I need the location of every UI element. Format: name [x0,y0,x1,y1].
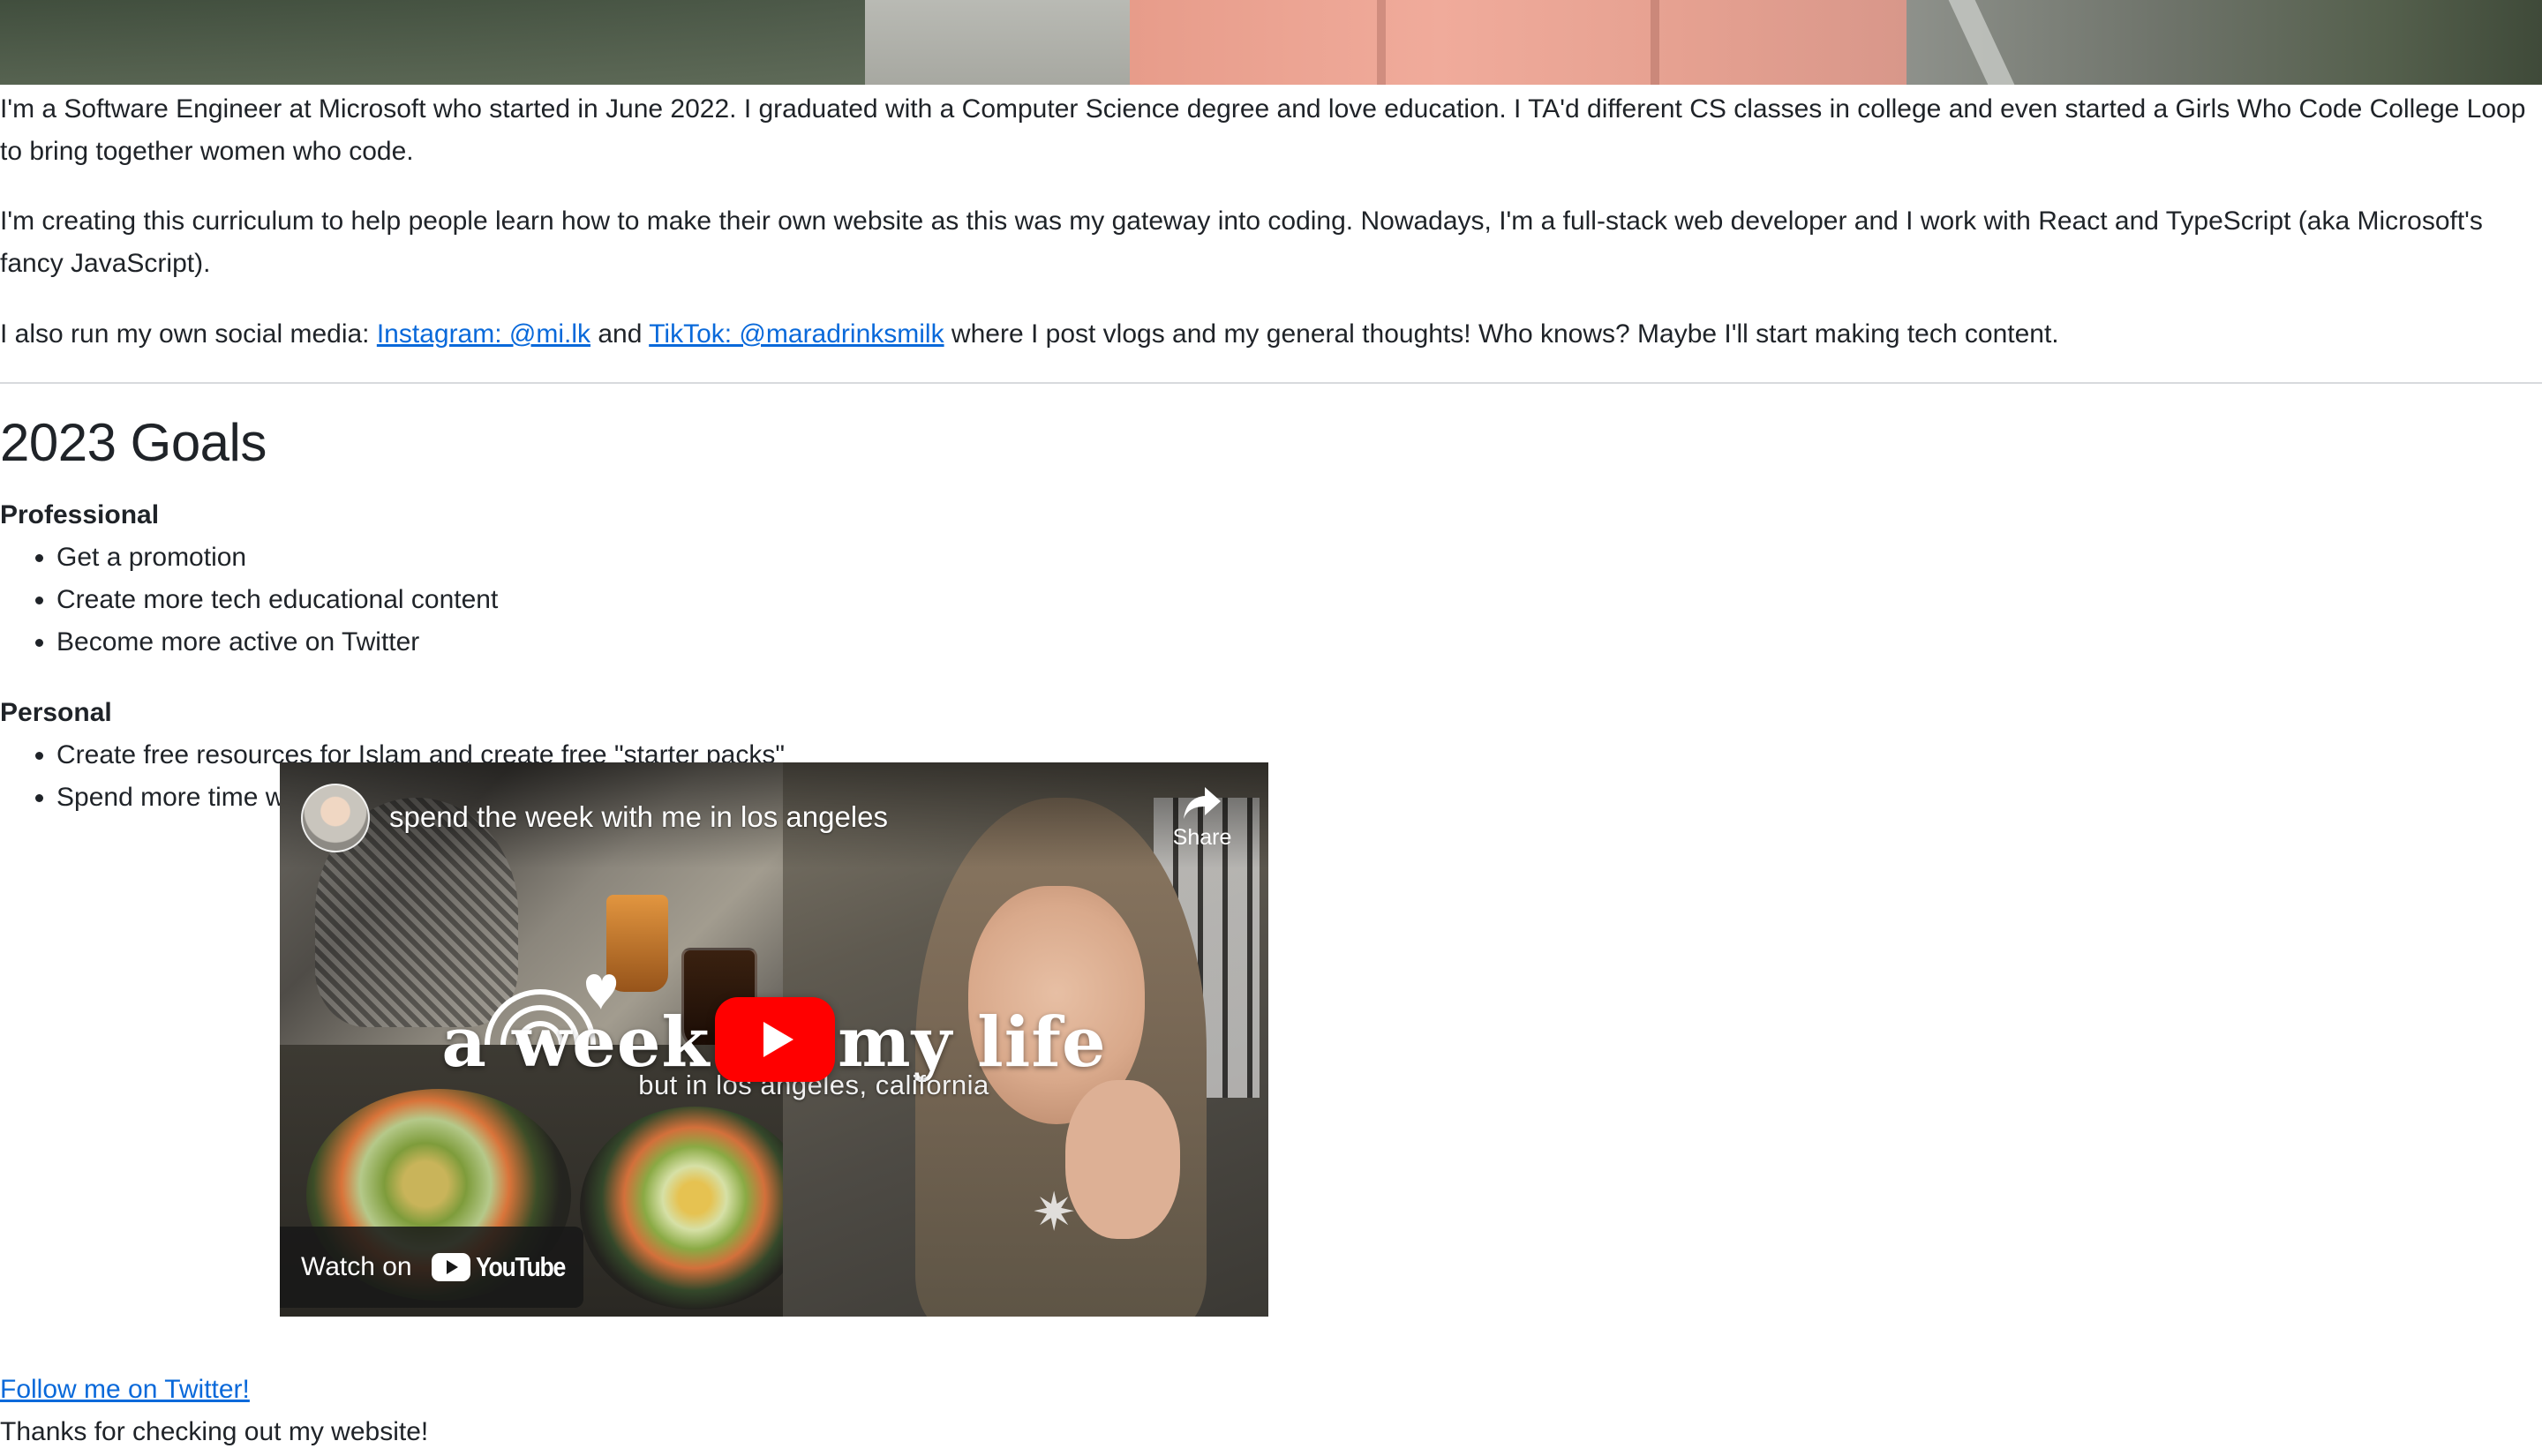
share-arrow-icon [1184,787,1221,819]
social-suffix: where I post vlogs and my general though… [944,319,2059,349]
sparkle-icon: ✷ [1032,1182,1077,1242]
about-paragraph-2: I'm creating this curriculum to help peo… [0,206,2483,278]
instagram-link[interactable]: Instagram: @mi.lk [377,319,590,349]
list-item: Become more active on Twitter [56,621,498,664]
watch-on-label: Watch on [301,1252,412,1281]
hero-photo-fold [1651,0,1659,85]
list-item: Get a promotion [56,537,498,579]
section-divider [0,382,2542,384]
social-prefix: I also run my own social media: [0,319,377,349]
hero-photo-center [865,0,1147,85]
hero-photo-left [0,0,883,85]
professional-label: Professional [0,500,160,529]
share-label: Share [1172,825,1232,850]
social-paragraph: I also run my own social media: Instagra… [0,313,2533,356]
hero-photo-dress [1130,0,1906,85]
youtube-embed[interactable]: spend the week with me in los angeles Sh… [280,762,1268,1317]
youtube-logo: YouTube [431,1251,580,1283]
video-title[interactable]: spend the week with me in los angeles [389,796,888,838]
professional-goals-list: Get a promotion Create more tech educati… [0,537,498,664]
about-paragraph-1: I'm a Software Engineer at Microsoft who… [0,94,2526,166]
twitter-link[interactable]: Follow me on Twitter! [0,1369,250,1411]
hero-photo [0,0,2542,85]
share-button[interactable]: Share [1154,785,1251,874]
list-item: Create more tech educational content [56,579,498,621]
play-button[interactable] [715,997,835,1082]
social-and: and [590,319,650,349]
personal-label: Personal [0,698,112,727]
hero-photo-fold [1377,0,1386,85]
thanks-message: Thanks for checking out my website! [0,1417,429,1446]
video-thumbnail-hand [1065,1080,1180,1239]
youtube-wordmark: YouTube [475,1251,566,1282]
tiktok-link[interactable]: TikTok: @maradrinksmilk [649,319,944,349]
goals-heading: 2023 Goals [0,413,267,472]
youtube-play-icon [431,1253,470,1281]
play-icon [763,1022,793,1057]
video-thumbnail-bowl [580,1107,809,1310]
channel-avatar[interactable] [301,784,370,852]
watch-on-youtube-button[interactable]: Watch on YouTube [280,1227,583,1308]
